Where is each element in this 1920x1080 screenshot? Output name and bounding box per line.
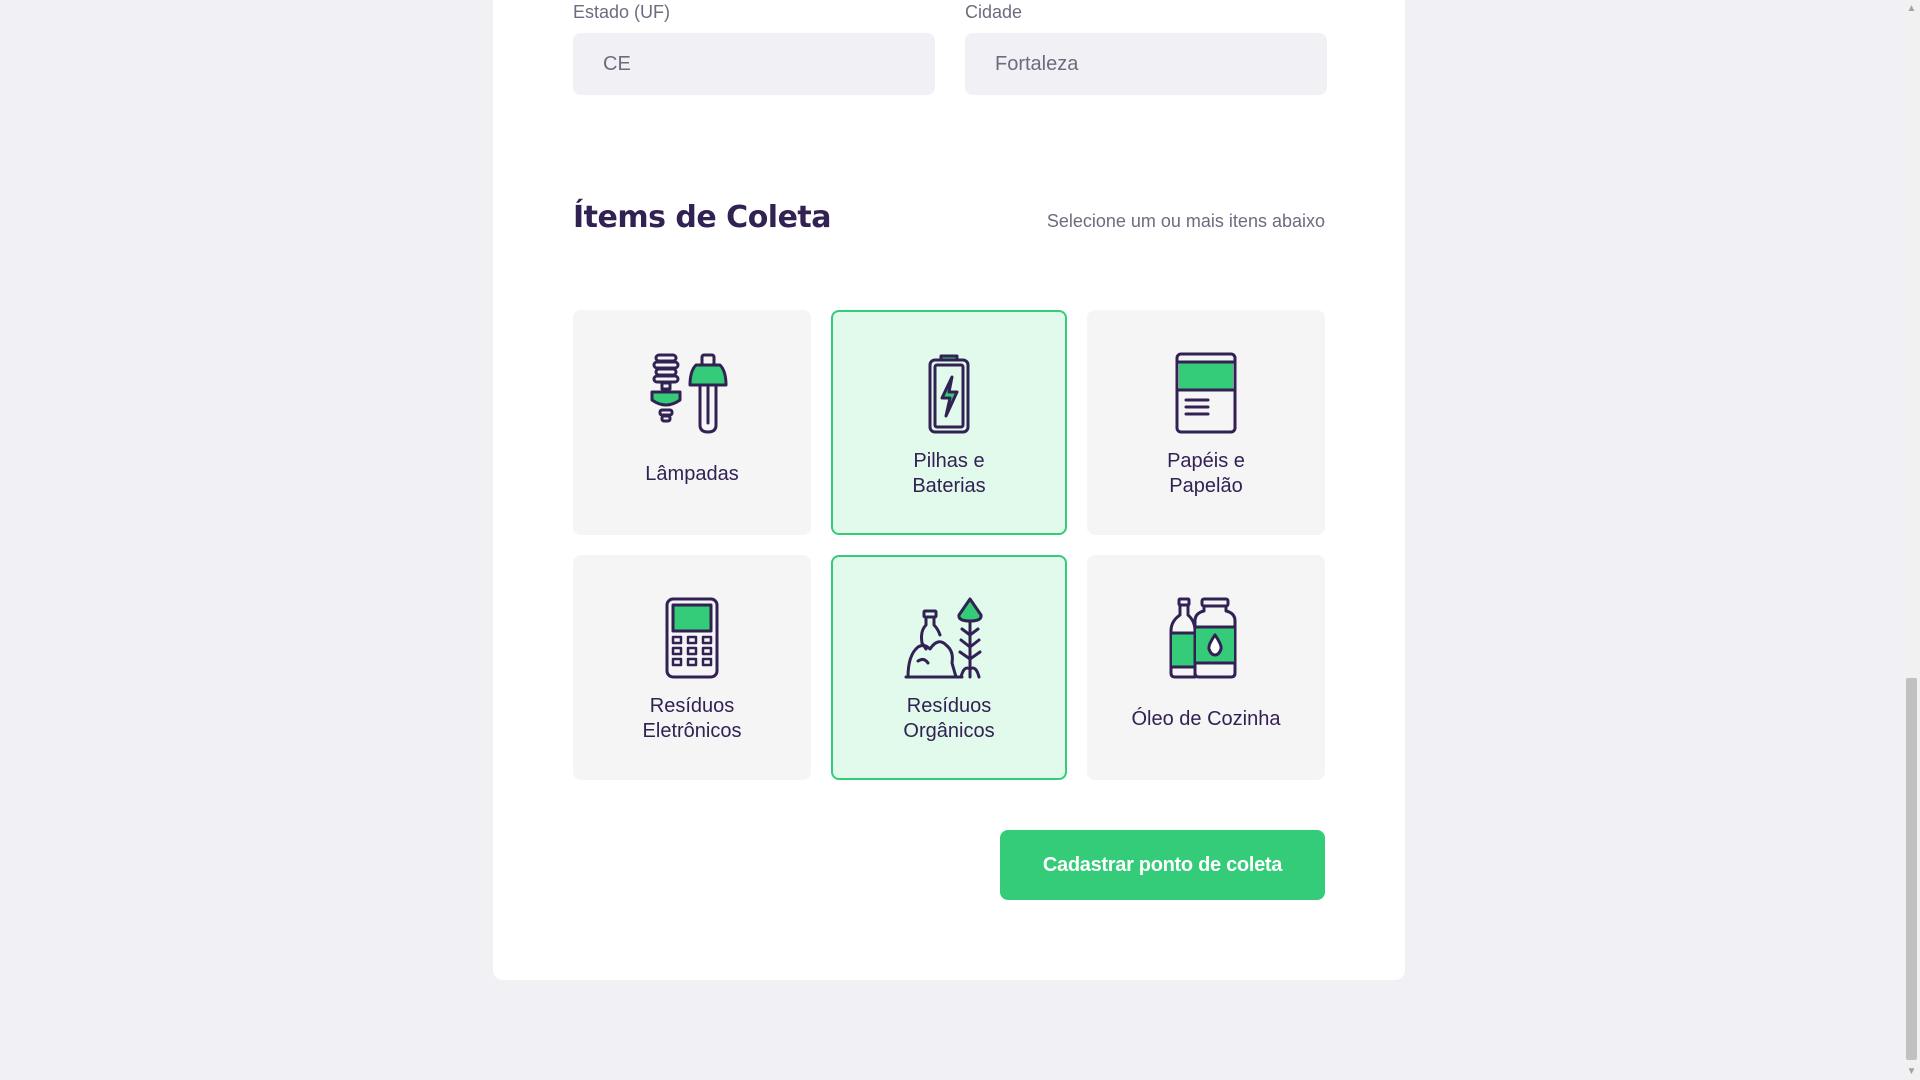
item-papeis-papelao[interactable]: Papéis e Papelão (1087, 310, 1325, 535)
items-grid: Lâmpadas Pilhas e Baterias Papéis e Pape… (573, 310, 1325, 780)
organic-waste-icon (904, 597, 994, 679)
uf-label: Estado (UF) (573, 2, 671, 22)
lamp-icon (647, 352, 737, 434)
item-label: Lâmpadas (645, 462, 739, 485)
item-pilhas-baterias[interactable]: Pilhas e Baterias (831, 310, 1067, 535)
electronics-icon (647, 597, 737, 679)
scrollbar-thumb[interactable] (1906, 678, 1917, 1060)
item-lampadas[interactable]: Lâmpadas (573, 310, 811, 535)
city-label: Cidade (965, 2, 1023, 22)
item-oleo-cozinha[interactable]: Óleo de Cozinha (1087, 555, 1325, 780)
cooking-oil-icon (1161, 597, 1251, 679)
item-label: Resíduos Eletrônicos (642, 695, 742, 742)
item-residuos-organicos[interactable]: Resíduos Orgânicos (831, 555, 1067, 780)
item-label: Papéis e Papelão (1167, 450, 1245, 497)
item-label: Pilhas e Baterias (912, 450, 986, 497)
battery-icon (904, 352, 994, 434)
scroll-down-icon[interactable]: ▼ (1903, 1063, 1920, 1080)
register-collection-point-button[interactable]: Cadastrar ponto de coleta (1000, 830, 1325, 900)
form-card: Estado (UF) CE Cidade Fortaleza Ítems de… (493, 0, 1405, 980)
uf-select[interactable]: CE (573, 33, 935, 95)
paper-icon (1161, 352, 1251, 434)
item-residuos-eletronicos[interactable]: Resíduos Eletrônicos (573, 555, 811, 780)
city-select[interactable]: Fortaleza (965, 33, 1327, 95)
item-label: Óleo de Cozinha (1131, 707, 1281, 730)
items-section-hint: Selecione um ou mais itens abaixo (1046, 211, 1325, 231)
scroll-up-icon[interactable]: ▲ (1903, 0, 1920, 17)
items-section-title: Ítems de Coleta (573, 200, 832, 235)
item-label: Resíduos Orgânicos (903, 695, 995, 742)
vertical-scrollbar[interactable]: ▲ ▼ (1903, 0, 1920, 1080)
